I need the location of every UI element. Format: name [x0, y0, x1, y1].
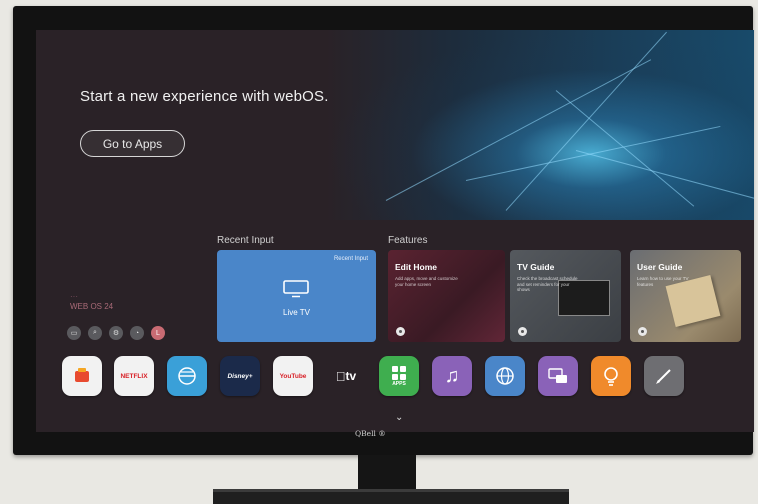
- search-icon[interactable]: ⌕: [88, 326, 102, 340]
- live-tv-icon: [178, 367, 196, 385]
- feature-card-description: Check the broadcast schedule and set rem…: [517, 276, 578, 292]
- status-text: ···: [70, 292, 78, 301]
- chevron-down-icon[interactable]: ⌄: [395, 412, 403, 423]
- settings-icon[interactable]: ⚙: [109, 326, 123, 340]
- disney-plus-logo: Disney+: [227, 372, 253, 380]
- apple-tv-label: tv: [340, 369, 357, 383]
- netflix-logo: NETFLIX: [120, 372, 148, 380]
- light-ray: [575, 150, 754, 203]
- app-web-browser[interactable]: [485, 356, 525, 396]
- recent-input-label: Live TV: [283, 308, 310, 317]
- screen-share-icon: [548, 368, 567, 383]
- hero-background-image: [326, 30, 754, 220]
- brand-logo: QBell ®: [355, 429, 386, 438]
- feature-card-tv-guide[interactable]: TV Guide Check the broadcast schedule an…: [510, 250, 621, 342]
- feature-card-edit-home[interactable]: Edit Home Add apps, move and customize y…: [388, 250, 505, 342]
- grid-icon: [392, 366, 406, 380]
- tv-stand-rim: [213, 489, 569, 492]
- lightbulb-icon: [604, 367, 618, 386]
- app-lg-channels[interactable]: [62, 356, 102, 396]
- apple-icon: : [336, 369, 346, 384]
- app-music[interactable]: ♫: [432, 356, 472, 396]
- tv-monitor-icon: [283, 280, 309, 298]
- app-netflix[interactable]: NETFLIX: [114, 356, 154, 396]
- hero-title: Start a new experience with webOS.: [80, 88, 329, 105]
- globe-icon: [496, 367, 514, 385]
- app-apps[interactable]: APPS: [379, 356, 419, 396]
- app-youtube[interactable]: YouTube: [273, 356, 313, 396]
- lg-channels-icon: [75, 368, 89, 382]
- tv-stand-neck: [358, 455, 416, 490]
- light-ray: [465, 125, 721, 181]
- section-label-features: Features: [388, 235, 428, 246]
- go-to-apps-button[interactable]: Go to Apps: [80, 130, 185, 157]
- user-icon[interactable]: L: [151, 326, 165, 340]
- recent-input-tag: Recent Input: [333, 256, 368, 262]
- feature-card-description: Add apps, move and customize your home s…: [395, 276, 458, 287]
- feature-card-user-guide[interactable]: User Guide Learn how to use your TV feat…: [630, 250, 741, 342]
- feature-card-title: TV Guide: [517, 262, 555, 272]
- pencil-icon: [656, 369, 671, 384]
- feature-card-title: User Guide: [637, 262, 683, 272]
- youtube-logo: YouTube: [279, 372, 307, 380]
- settings-icon: [638, 327, 647, 336]
- apps-label: APPS: [392, 381, 406, 387]
- tv-screen: Start a new experience with webOS. Go to…: [36, 30, 754, 432]
- notification-icon[interactable]: ◔: [130, 326, 144, 340]
- app-disney-plus[interactable]: Disney+: [220, 356, 260, 396]
- settings-icon: [396, 327, 405, 336]
- app-apple-tv[interactable]:  tv: [326, 356, 366, 396]
- section-label-recent-input: Recent Input: [217, 235, 274, 246]
- status-subtext: WEB OS 24: [70, 302, 114, 311]
- app-edit[interactable]: [644, 356, 684, 396]
- quick-icons-bar: ▭ ⌕ ⚙ ◔ L: [67, 326, 165, 340]
- feature-card-title: Edit Home: [395, 262, 438, 272]
- music-note-icon: ♫: [444, 364, 460, 387]
- recent-input-card[interactable]: Recent Input Live TV: [217, 250, 376, 342]
- app-live-tv[interactable]: [167, 356, 207, 396]
- feature-card-description: Learn how to use your TV features: [637, 276, 689, 287]
- light-ray: [555, 90, 695, 207]
- light-ray: [505, 31, 667, 211]
- settings-icon: [518, 327, 527, 336]
- app-launcher-row: NETFLIX Disney+ YouTube  tv: [62, 356, 722, 398]
- app-tips[interactable]: [591, 356, 631, 396]
- app-screen-share[interactable]: [538, 356, 578, 396]
- input-icon[interactable]: ▭: [67, 326, 81, 340]
- light-ray: [385, 59, 652, 201]
